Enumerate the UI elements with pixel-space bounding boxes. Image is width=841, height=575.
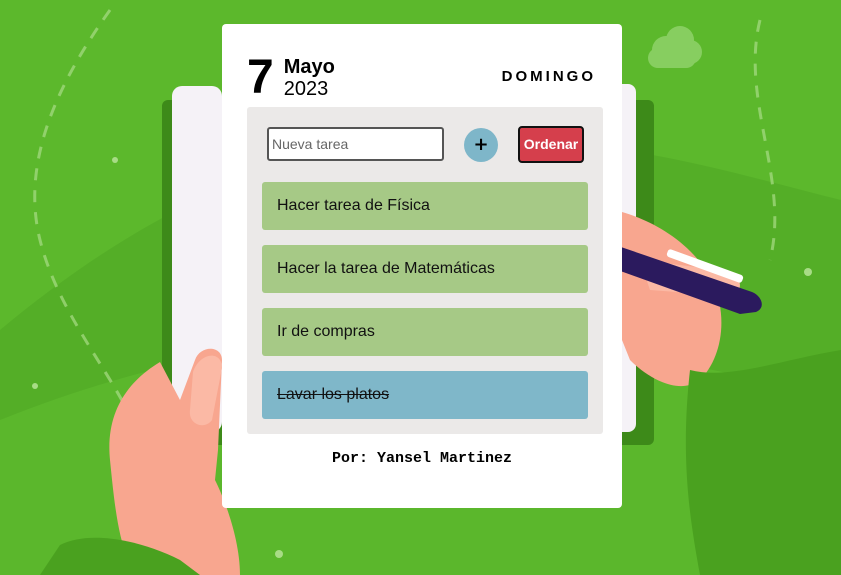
date-block: 7 Mayo 2023: [247, 54, 335, 102]
year-label: 2023: [283, 78, 329, 100]
task-item[interactable]: Ir de compras: [262, 308, 588, 356]
dot-decoration: [112, 157, 118, 163]
author-credit: Por: Yansel Martinez: [331, 450, 513, 467]
month-label: Mayo: [283, 56, 335, 78]
todo-card: 7 Mayo 2023 DOMINGO + Ordenar Hacer tare…: [222, 24, 622, 508]
dot-decoration: [32, 383, 38, 389]
task-panel: + Ordenar Hacer tarea de Física Hacer la…: [247, 107, 603, 434]
new-task-input[interactable]: [267, 127, 444, 161]
day-number: 7: [247, 51, 274, 104]
month-year: Mayo 2023: [284, 54, 335, 100]
task-item-completed[interactable]: Lavar los platos: [262, 371, 588, 419]
dot-decoration: [804, 268, 812, 276]
task-item[interactable]: Hacer tarea de Física: [262, 182, 588, 230]
task-item[interactable]: Hacer la tarea de Matemáticas: [262, 245, 588, 293]
sort-button[interactable]: Ordenar: [518, 126, 584, 163]
add-task-button[interactable]: +: [464, 128, 498, 162]
dot-decoration: [275, 550, 283, 558]
weekday-label: DOMINGO: [501, 68, 596, 85]
